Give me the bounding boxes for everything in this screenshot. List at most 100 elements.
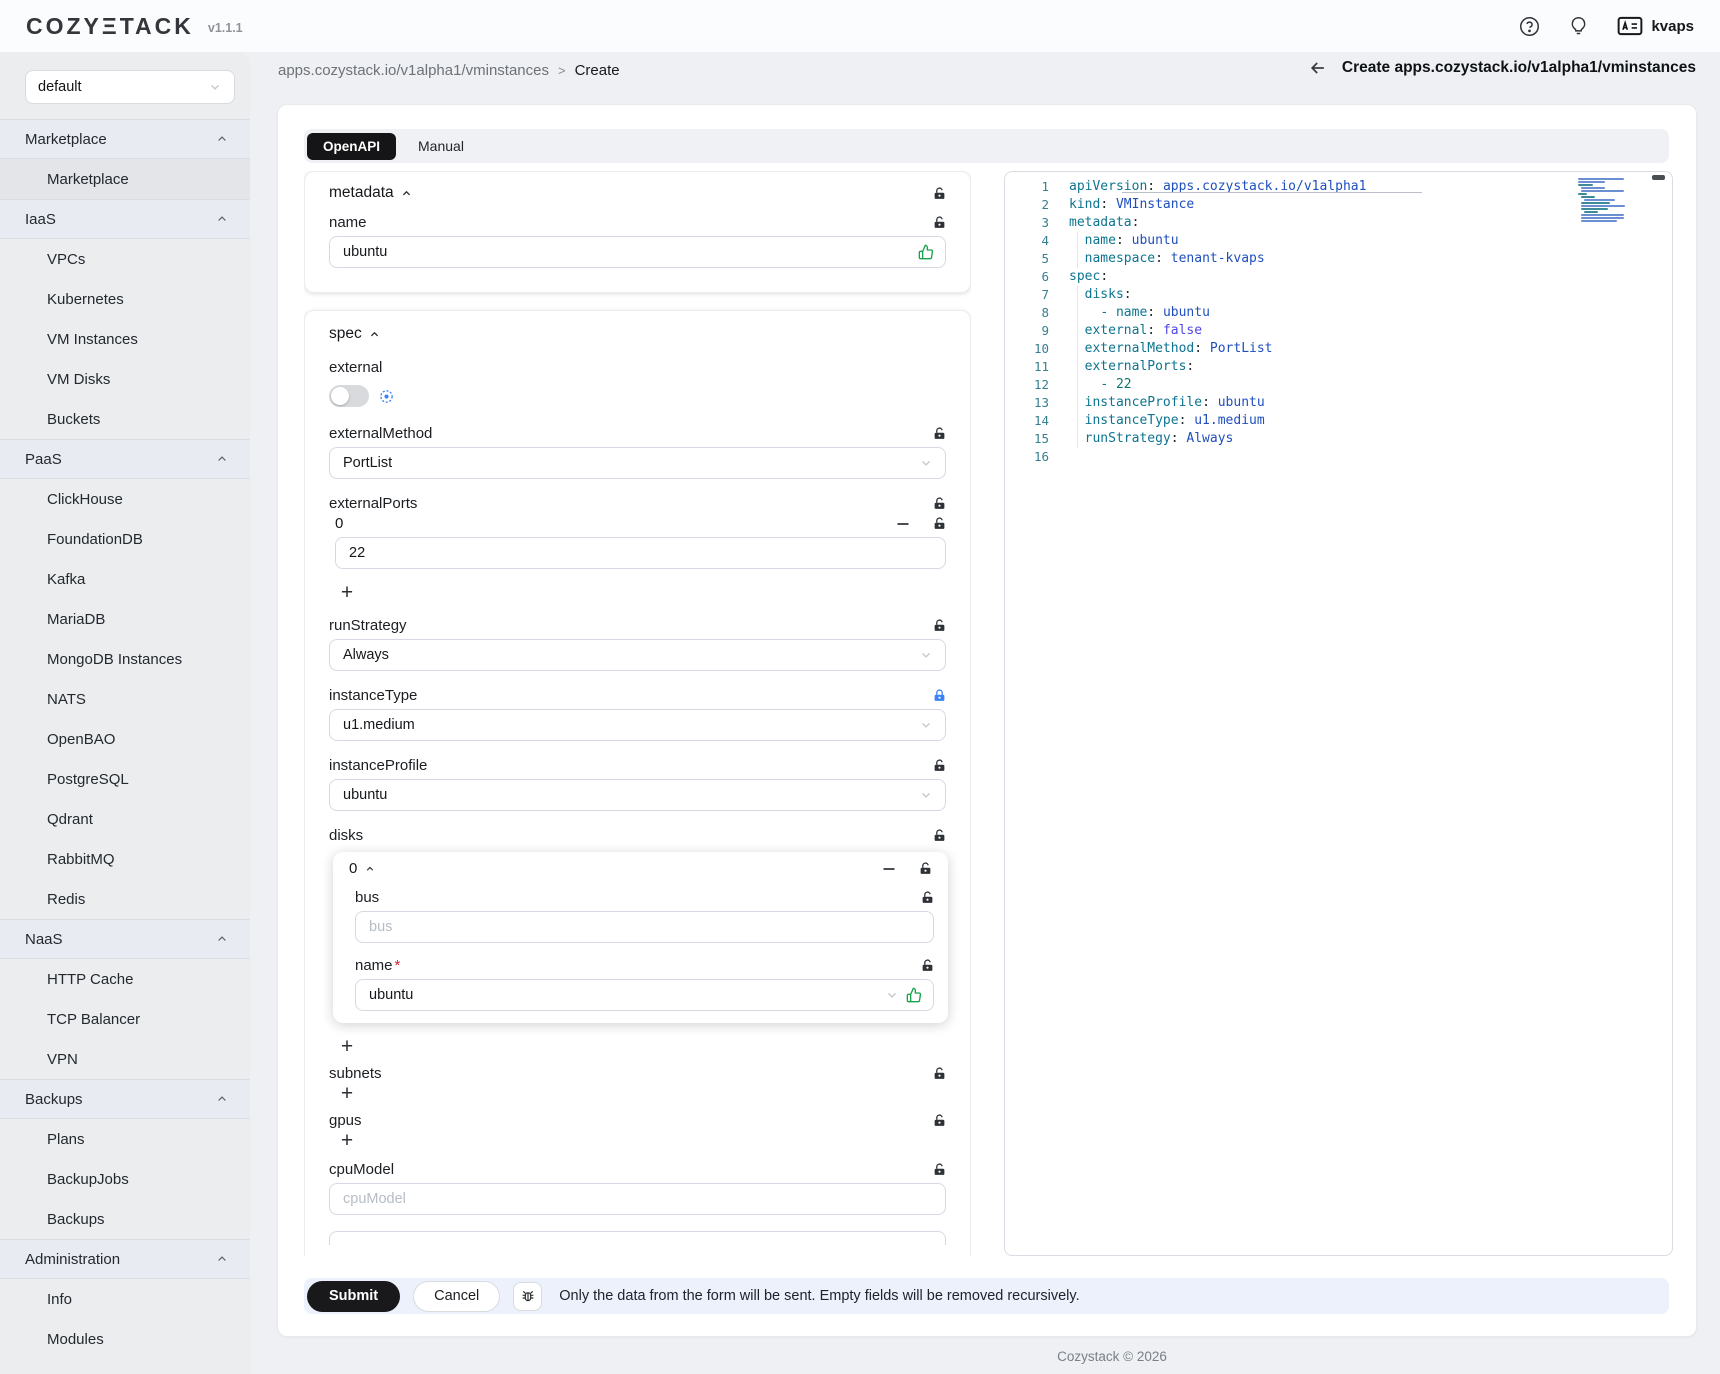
namespace-select[interactable]: default: [25, 70, 235, 104]
sidebar-item-openbao[interactable]: OpenBAO: [0, 719, 250, 759]
external-toggle[interactable]: [329, 385, 369, 407]
lock-open-icon[interactable]: [933, 619, 946, 632]
metadata-section-title[interactable]: metadata: [329, 184, 394, 202]
sidebar-item-qdrant[interactable]: Qdrant: [0, 799, 250, 839]
editor-minimap[interactable]: [1578, 178, 1628, 226]
sidebar-item-vm-instances[interactable]: VM Instances: [0, 319, 250, 359]
disks-item-index[interactable]: 0: [349, 860, 357, 877]
theme-bulb-icon[interactable]: [1568, 16, 1589, 37]
user-menu[interactable]: kvaps: [1617, 16, 1694, 36]
tab-openapi[interactable]: OpenAPI: [307, 133, 396, 160]
instanceProfile-select[interactable]: ubuntu: [329, 779, 946, 811]
sidebar-item-redis[interactable]: Redis: [0, 879, 250, 919]
lock-open-icon[interactable]: [933, 1114, 946, 1127]
cpuModel-input[interactable]: cpuModel: [329, 1183, 946, 1215]
collapse-caret-icon[interactable]: [401, 188, 412, 199]
externalMethod-select[interactable]: PortList: [329, 447, 946, 479]
debug-bug-button[interactable]: [513, 1282, 542, 1311]
editor-line[interactable]: 5 namespace: tenant-kvaps: [1005, 250, 1672, 268]
lock-open-icon[interactable]: [933, 216, 946, 229]
editor-line[interactable]: 7 disks:: [1005, 286, 1672, 304]
lock-open-icon[interactable]: [933, 829, 946, 842]
back-arrow-icon[interactable]: [1308, 58, 1328, 78]
disk-name-select[interactable]: ubuntu: [355, 979, 934, 1011]
lock-open-icon[interactable]: [933, 759, 946, 772]
instanceType-select[interactable]: u1.medium: [329, 709, 946, 741]
editor-line[interactable]: 1apiVersion: apps.cozystack.io/v1alpha1: [1005, 178, 1672, 196]
sidebar-item-modules[interactable]: Modules: [0, 1319, 250, 1359]
tab-manual[interactable]: Manual: [400, 132, 482, 160]
lock-open-icon[interactable]: [933, 1163, 946, 1176]
editor-line[interactable]: 15 runStrategy: Always: [1005, 430, 1672, 448]
add-externalPorts-button[interactable]: +: [337, 583, 357, 603]
remove-disk-button[interactable]: [881, 861, 897, 877]
disk-bus-input[interactable]: bus: [355, 911, 934, 943]
lock-open-icon[interactable]: [921, 959, 934, 972]
sidebar-item-postgresql[interactable]: PostgreSQL: [0, 759, 250, 799]
lock-open-icon[interactable]: [933, 517, 946, 530]
spec-section-title[interactable]: spec: [329, 325, 362, 343]
editor-line[interactable]: 3metadata:: [1005, 214, 1672, 232]
sidebar-item-vm-disks[interactable]: VM Disks: [0, 359, 250, 399]
editor-line[interactable]: 2kind: VMInstance: [1005, 196, 1672, 214]
sidebar-group-iaas[interactable]: IaaS: [0, 199, 250, 239]
sidebar-item-kubernetes[interactable]: Kubernetes: [0, 279, 250, 319]
sidebar-item-info[interactable]: Info: [0, 1279, 250, 1319]
editor-line[interactable]: 8 - name: ubuntu: [1005, 304, 1672, 322]
add-subnet-button[interactable]: +: [337, 1084, 357, 1104]
add-gpu-button[interactable]: +: [337, 1131, 357, 1151]
sidebar-item-foundationdb[interactable]: FoundationDB: [0, 519, 250, 559]
metadata-name-input[interactable]: ubuntu: [329, 236, 946, 268]
editor-line[interactable]: 13 instanceProfile: ubuntu: [1005, 394, 1672, 412]
sidebar-item-buckets[interactable]: Buckets: [0, 399, 250, 439]
sidebar-item-vpn[interactable]: VPN: [0, 1039, 250, 1079]
lock-open-icon[interactable]: [933, 187, 946, 200]
sidebar-group-administration[interactable]: Administration: [0, 1239, 250, 1279]
lock-open-icon[interactable]: [933, 497, 946, 510]
sidebar-item-kafka[interactable]: Kafka: [0, 559, 250, 599]
add-disk-button[interactable]: +: [337, 1037, 357, 1057]
sidebar-item-mariadb[interactable]: MariaDB: [0, 599, 250, 639]
externalPorts-item-input[interactable]: 22: [335, 537, 946, 569]
default-target-icon[interactable]: [379, 389, 394, 404]
sidebar-group-naas[interactable]: NaaS: [0, 919, 250, 959]
editor-line[interactable]: 11 externalPorts:: [1005, 358, 1672, 376]
sidebar-item-http-cache[interactable]: HTTP Cache: [0, 959, 250, 999]
editor-line[interactable]: 12 - 22: [1005, 376, 1672, 394]
editor-line[interactable]: 10 externalMethod: PortList: [1005, 340, 1672, 358]
sidebar-item-tcp-balancer[interactable]: TCP Balancer: [0, 999, 250, 1039]
sidebar-item-clickhouse[interactable]: ClickHouse: [0, 479, 250, 519]
editor-line[interactable]: 6spec:: [1005, 268, 1672, 286]
sidebar-group-marketplace[interactable]: Marketplace: [0, 119, 250, 159]
help-icon[interactable]: [1519, 16, 1540, 37]
breadcrumb-path[interactable]: apps.cozystack.io/v1alpha1/vminstances: [278, 62, 549, 79]
externalPorts-item-index[interactable]: 0: [335, 515, 343, 532]
editor-line[interactable]: 4 name: ubuntu: [1005, 232, 1672, 250]
collapse-caret-icon[interactable]: [369, 329, 380, 340]
runStrategy-select[interactable]: Always: [329, 639, 946, 671]
editor-line[interactable]: 14 instanceType: u1.medium: [1005, 412, 1672, 430]
lock-open-icon[interactable]: [933, 427, 946, 440]
collapse-caret-icon[interactable]: [365, 864, 375, 874]
lock-open-icon[interactable]: [919, 862, 932, 875]
cancel-button[interactable]: Cancel: [413, 1281, 500, 1312]
sidebar-group-paas[interactable]: PaaS: [0, 439, 250, 479]
sidebar-item-backups[interactable]: Backups: [0, 1199, 250, 1239]
sidebar-item-vpcs[interactable]: VPCs: [0, 239, 250, 279]
editor-line[interactable]: 9 external: false: [1005, 322, 1672, 340]
lock-open-icon[interactable]: [921, 891, 934, 904]
sidebar-item-marketplace[interactable]: Marketplace: [0, 159, 250, 199]
sidebar-group-backups[interactable]: Backups: [0, 1079, 250, 1119]
sidebar-item-backupjobs[interactable]: BackupJobs: [0, 1159, 250, 1199]
submit-button[interactable]: Submit: [307, 1281, 400, 1312]
sidebar-item-nats[interactable]: NATS: [0, 679, 250, 719]
editor-scrollbar-thumb[interactable]: [1652, 175, 1665, 180]
lock-open-icon[interactable]: [933, 1067, 946, 1080]
sidebar-item-plans[interactable]: Plans: [0, 1119, 250, 1159]
remove-item-button[interactable]: [895, 516, 911, 532]
lock-closed-icon[interactable]: [933, 689, 946, 702]
editor-line[interactable]: 16: [1005, 448, 1672, 466]
yaml-editor[interactable]: 1apiVersion: apps.cozystack.io/v1alpha12…: [1004, 171, 1673, 1256]
sidebar-item-mongodb-instances[interactable]: MongoDB Instances: [0, 639, 250, 679]
sidebar-item-rabbitmq[interactable]: RabbitMQ: [0, 839, 250, 879]
